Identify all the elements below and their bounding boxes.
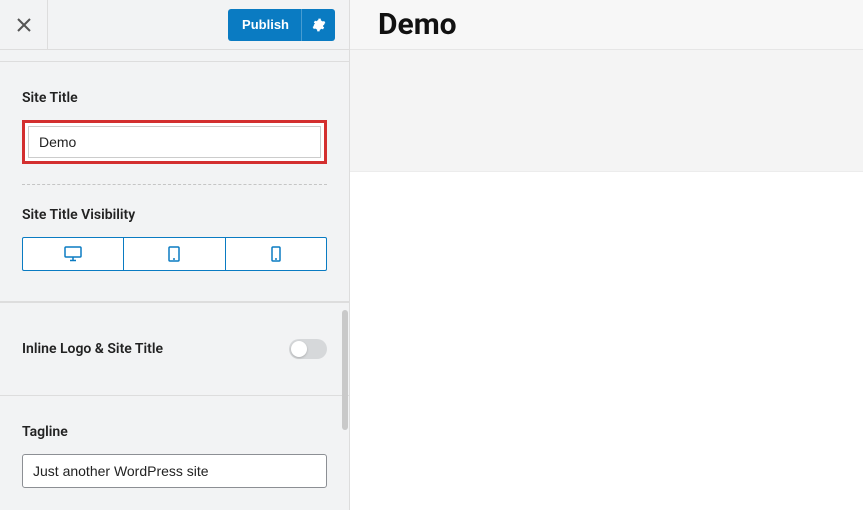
preview-banner-area [350, 50, 863, 172]
mobile-icon [271, 246, 281, 262]
preview-header: Demo [350, 0, 863, 50]
tagline-label: Tagline [22, 424, 327, 440]
visibility-toggle-group [22, 237, 327, 271]
site-title-input[interactable] [28, 126, 321, 158]
tagline-section: Tagline [0, 396, 349, 498]
close-button[interactable] [0, 0, 48, 49]
inline-logo-section: Inline Logo & Site Title [0, 302, 349, 396]
visibility-label: Site Title Visibility [22, 207, 327, 223]
desktop-icon [64, 246, 82, 262]
close-icon [16, 17, 32, 33]
visibility-desktop-button[interactable] [23, 238, 123, 270]
tablet-icon [168, 246, 180, 262]
visibility-tablet-button[interactable] [123, 238, 224, 270]
inline-logo-toggle[interactable] [289, 339, 327, 359]
site-title-visibility-section: Site Title Visibility [0, 185, 349, 302]
preview-site-title: Demo [378, 7, 457, 42]
publish-settings-button[interactable] [301, 9, 335, 41]
publish-button[interactable]: Publish [228, 9, 335, 41]
sidebar-header: Publish [0, 0, 349, 50]
site-title-label: Site Title [22, 90, 327, 106]
customizer-sidebar: Publish Site Title Site Title Visibility [0, 0, 350, 510]
tagline-input[interactable] [22, 454, 327, 488]
site-title-highlight [22, 120, 327, 164]
gear-icon [312, 18, 326, 32]
inline-logo-label: Inline Logo & Site Title [22, 341, 163, 357]
publish-label: Publish [228, 9, 301, 41]
site-title-section: Site Title [0, 62, 349, 184]
preview-body [350, 172, 863, 510]
visibility-mobile-button[interactable] [225, 238, 326, 270]
preview-pane: Demo [350, 0, 863, 510]
